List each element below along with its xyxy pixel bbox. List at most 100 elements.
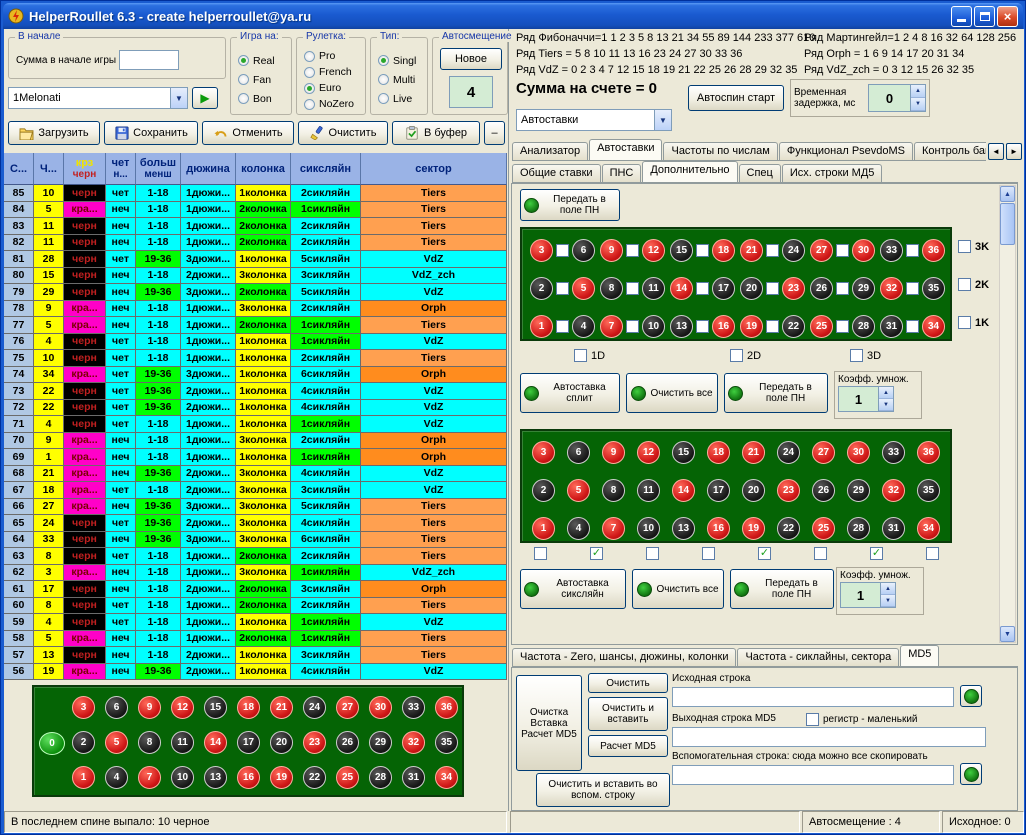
- spin-down-icon[interactable]: ▼: [881, 595, 895, 607]
- number-3[interactable]: 3: [530, 239, 553, 262]
- board-number-10[interactable]: 10: [171, 766, 194, 789]
- number-34[interactable]: 34: [917, 517, 940, 540]
- clear-all-button-2[interactable]: Очистить все: [632, 569, 724, 609]
- sixline-checkbox-8[interactable]: [926, 547, 939, 560]
- tab-scroll-left-button[interactable]: ◄: [988, 143, 1004, 160]
- sixline-checkbox-1[interactable]: [534, 547, 547, 560]
- checkbox-3K[interactable]: [958, 240, 971, 253]
- number-16[interactable]: 16: [707, 517, 730, 540]
- board-number-34[interactable]: 34: [435, 766, 458, 789]
- board-number-6[interactable]: 6: [105, 696, 128, 719]
- content-scrollbar[interactable]: ▲ ▼: [999, 185, 1016, 643]
- number-8[interactable]: 8: [600, 277, 623, 300]
- md5-go-button-1[interactable]: [960, 685, 982, 707]
- number-25[interactable]: 25: [812, 517, 835, 540]
- table-row[interactable]: 764чернчет1-181дюжи...1колонка1сикляйнVd…: [4, 334, 507, 351]
- table-row[interactable]: 775кра...неч1-181дюжи...2колонка1сикляйн…: [4, 317, 507, 334]
- number-27[interactable]: 27: [812, 441, 835, 464]
- number-25[interactable]: 25: [810, 315, 833, 338]
- number-10[interactable]: 10: [637, 517, 660, 540]
- table-row[interactable]: 585кра...неч1-181дюжи...2колонка1сикляйн…: [4, 631, 507, 648]
- split-checkbox-31-34[interactable]: [906, 320, 919, 333]
- board-number-35[interactable]: 35: [435, 731, 458, 754]
- board-number-0[interactable]: 0: [39, 732, 65, 755]
- transfer-to-pn-button-2[interactable]: Передать в поле ПН: [724, 373, 828, 413]
- number-31[interactable]: 31: [880, 315, 903, 338]
- board-number-18[interactable]: 18: [237, 696, 260, 719]
- number-30[interactable]: 30: [847, 441, 870, 464]
- tab-scroll-right-button[interactable]: ►: [1006, 143, 1022, 160]
- tab-Автоставки[interactable]: Автоставки: [589, 139, 662, 160]
- table-row[interactable]: 8128чернчет19-363дюжи...1колонка5сикляйн…: [4, 251, 507, 268]
- number-19[interactable]: 19: [740, 315, 763, 338]
- radio-bon[interactable]: Bon: [231, 89, 291, 108]
- number-35[interactable]: 35: [917, 479, 940, 502]
- number-4[interactable]: 4: [572, 315, 595, 338]
- number-29[interactable]: 29: [847, 479, 870, 502]
- tab-Частота - Zero, шансы, дюжины, колонки[interactable]: Частота - Zero, шансы, дюжины, колонки: [512, 648, 736, 666]
- table-row[interactable]: 8311черннеч1-181дюжи...2колонка2сикляйнT…: [4, 218, 507, 235]
- chevron-down-icon[interactable]: ▼: [654, 110, 671, 130]
- board-number-3[interactable]: 3: [72, 696, 95, 719]
- table-row[interactable]: 7322чернчет19-362дюжи...1колонка4сикляйн…: [4, 383, 507, 400]
- split-checkbox-19-22[interactable]: [766, 320, 779, 333]
- radio-nozero[interactable]: NoZero: [297, 96, 365, 112]
- clear-button[interactable]: Очистить: [298, 121, 388, 145]
- scroll-up-icon[interactable]: ▲: [1000, 186, 1015, 202]
- number-24[interactable]: 24: [777, 441, 800, 464]
- number-32[interactable]: 32: [880, 277, 903, 300]
- number-36[interactable]: 36: [922, 239, 945, 262]
- save-button[interactable]: Сохранить: [104, 121, 198, 145]
- minimize-button[interactable]: [951, 6, 972, 27]
- table-row[interactable]: 623кра...неч1-181дюжи...3колонка1сикляйн…: [4, 565, 507, 582]
- coef-spinner-2[interactable]: 1 ▲▼: [840, 582, 896, 608]
- radio-singl[interactable]: Singl: [371, 51, 427, 70]
- md5-clear-paste-button[interactable]: Очистить и вставить: [588, 697, 668, 731]
- table-row[interactable]: 6117черннеч1-182дюжи...2колонка3сикляйнO…: [4, 581, 507, 598]
- board-number-15[interactable]: 15: [204, 696, 227, 719]
- table-row[interactable]: 691кра...неч1-181дюжи...1колонка1сикляйн…: [4, 449, 507, 466]
- board-number-5[interactable]: 5: [105, 731, 128, 754]
- number-20[interactable]: 20: [742, 479, 765, 502]
- split-checkbox-27-30[interactable]: [836, 244, 849, 257]
- board-number-7[interactable]: 7: [138, 766, 161, 789]
- number-23[interactable]: 23: [777, 479, 800, 502]
- board-number-11[interactable]: 11: [171, 731, 194, 754]
- number-18[interactable]: 18: [707, 441, 730, 464]
- number-6[interactable]: 6: [567, 441, 590, 464]
- number-1[interactable]: 1: [532, 517, 555, 540]
- transfer-to-pn-button-3[interactable]: Передать в поле ПН: [730, 569, 834, 609]
- autospin-start-button[interactable]: Автоспин старт: [688, 85, 784, 111]
- load-button[interactable]: Загрузить: [8, 121, 100, 145]
- radio-euro[interactable]: Euro: [297, 80, 365, 96]
- radio-pro[interactable]: Pro: [297, 48, 365, 64]
- md5-big-button[interactable]: Очистка Вставка Расчет MD5: [516, 675, 582, 771]
- coef-spinner-1[interactable]: 1 ▲▼: [838, 386, 894, 412]
- board-number-24[interactable]: 24: [303, 696, 326, 719]
- number-11[interactable]: 11: [637, 479, 660, 502]
- table-row[interactable]: 845кра...неч1-181дюжи...2колонка1сикляйн…: [4, 202, 507, 219]
- checkbox[interactable]: [806, 713, 819, 726]
- table-row[interactable]: 714чернчет1-181дюжи...1колонка1сикляйнVd…: [4, 416, 507, 433]
- split-checkbox-21-24[interactable]: [766, 244, 779, 257]
- number-21[interactable]: 21: [742, 441, 765, 464]
- board-number-19[interactable]: 19: [270, 766, 293, 789]
- number-14[interactable]: 14: [670, 277, 693, 300]
- board-number-32[interactable]: 32: [402, 731, 425, 754]
- table-row[interactable]: 7222чернчет19-362дюжи...1колонка4сикляйн…: [4, 400, 507, 417]
- spin-down-icon[interactable]: ▼: [911, 98, 925, 111]
- sixline-checkbox-3[interactable]: [646, 547, 659, 560]
- board-number-4[interactable]: 4: [105, 766, 128, 789]
- checkbox-1D[interactable]: [574, 349, 587, 362]
- split-checkbox-9-12[interactable]: [626, 244, 639, 257]
- sixline-checkbox-4[interactable]: [702, 547, 715, 560]
- radio-real[interactable]: Real: [231, 51, 291, 70]
- chevron-down-icon[interactable]: ▼: [170, 88, 187, 108]
- number-12[interactable]: 12: [637, 441, 660, 464]
- number-22[interactable]: 22: [777, 517, 800, 540]
- number-23[interactable]: 23: [782, 277, 805, 300]
- spin-up-icon[interactable]: ▲: [879, 387, 893, 399]
- number-15[interactable]: 15: [670, 239, 693, 262]
- sixline-checkbox-2[interactable]: ✓: [590, 547, 603, 560]
- play-button[interactable]: ▶: [192, 87, 218, 109]
